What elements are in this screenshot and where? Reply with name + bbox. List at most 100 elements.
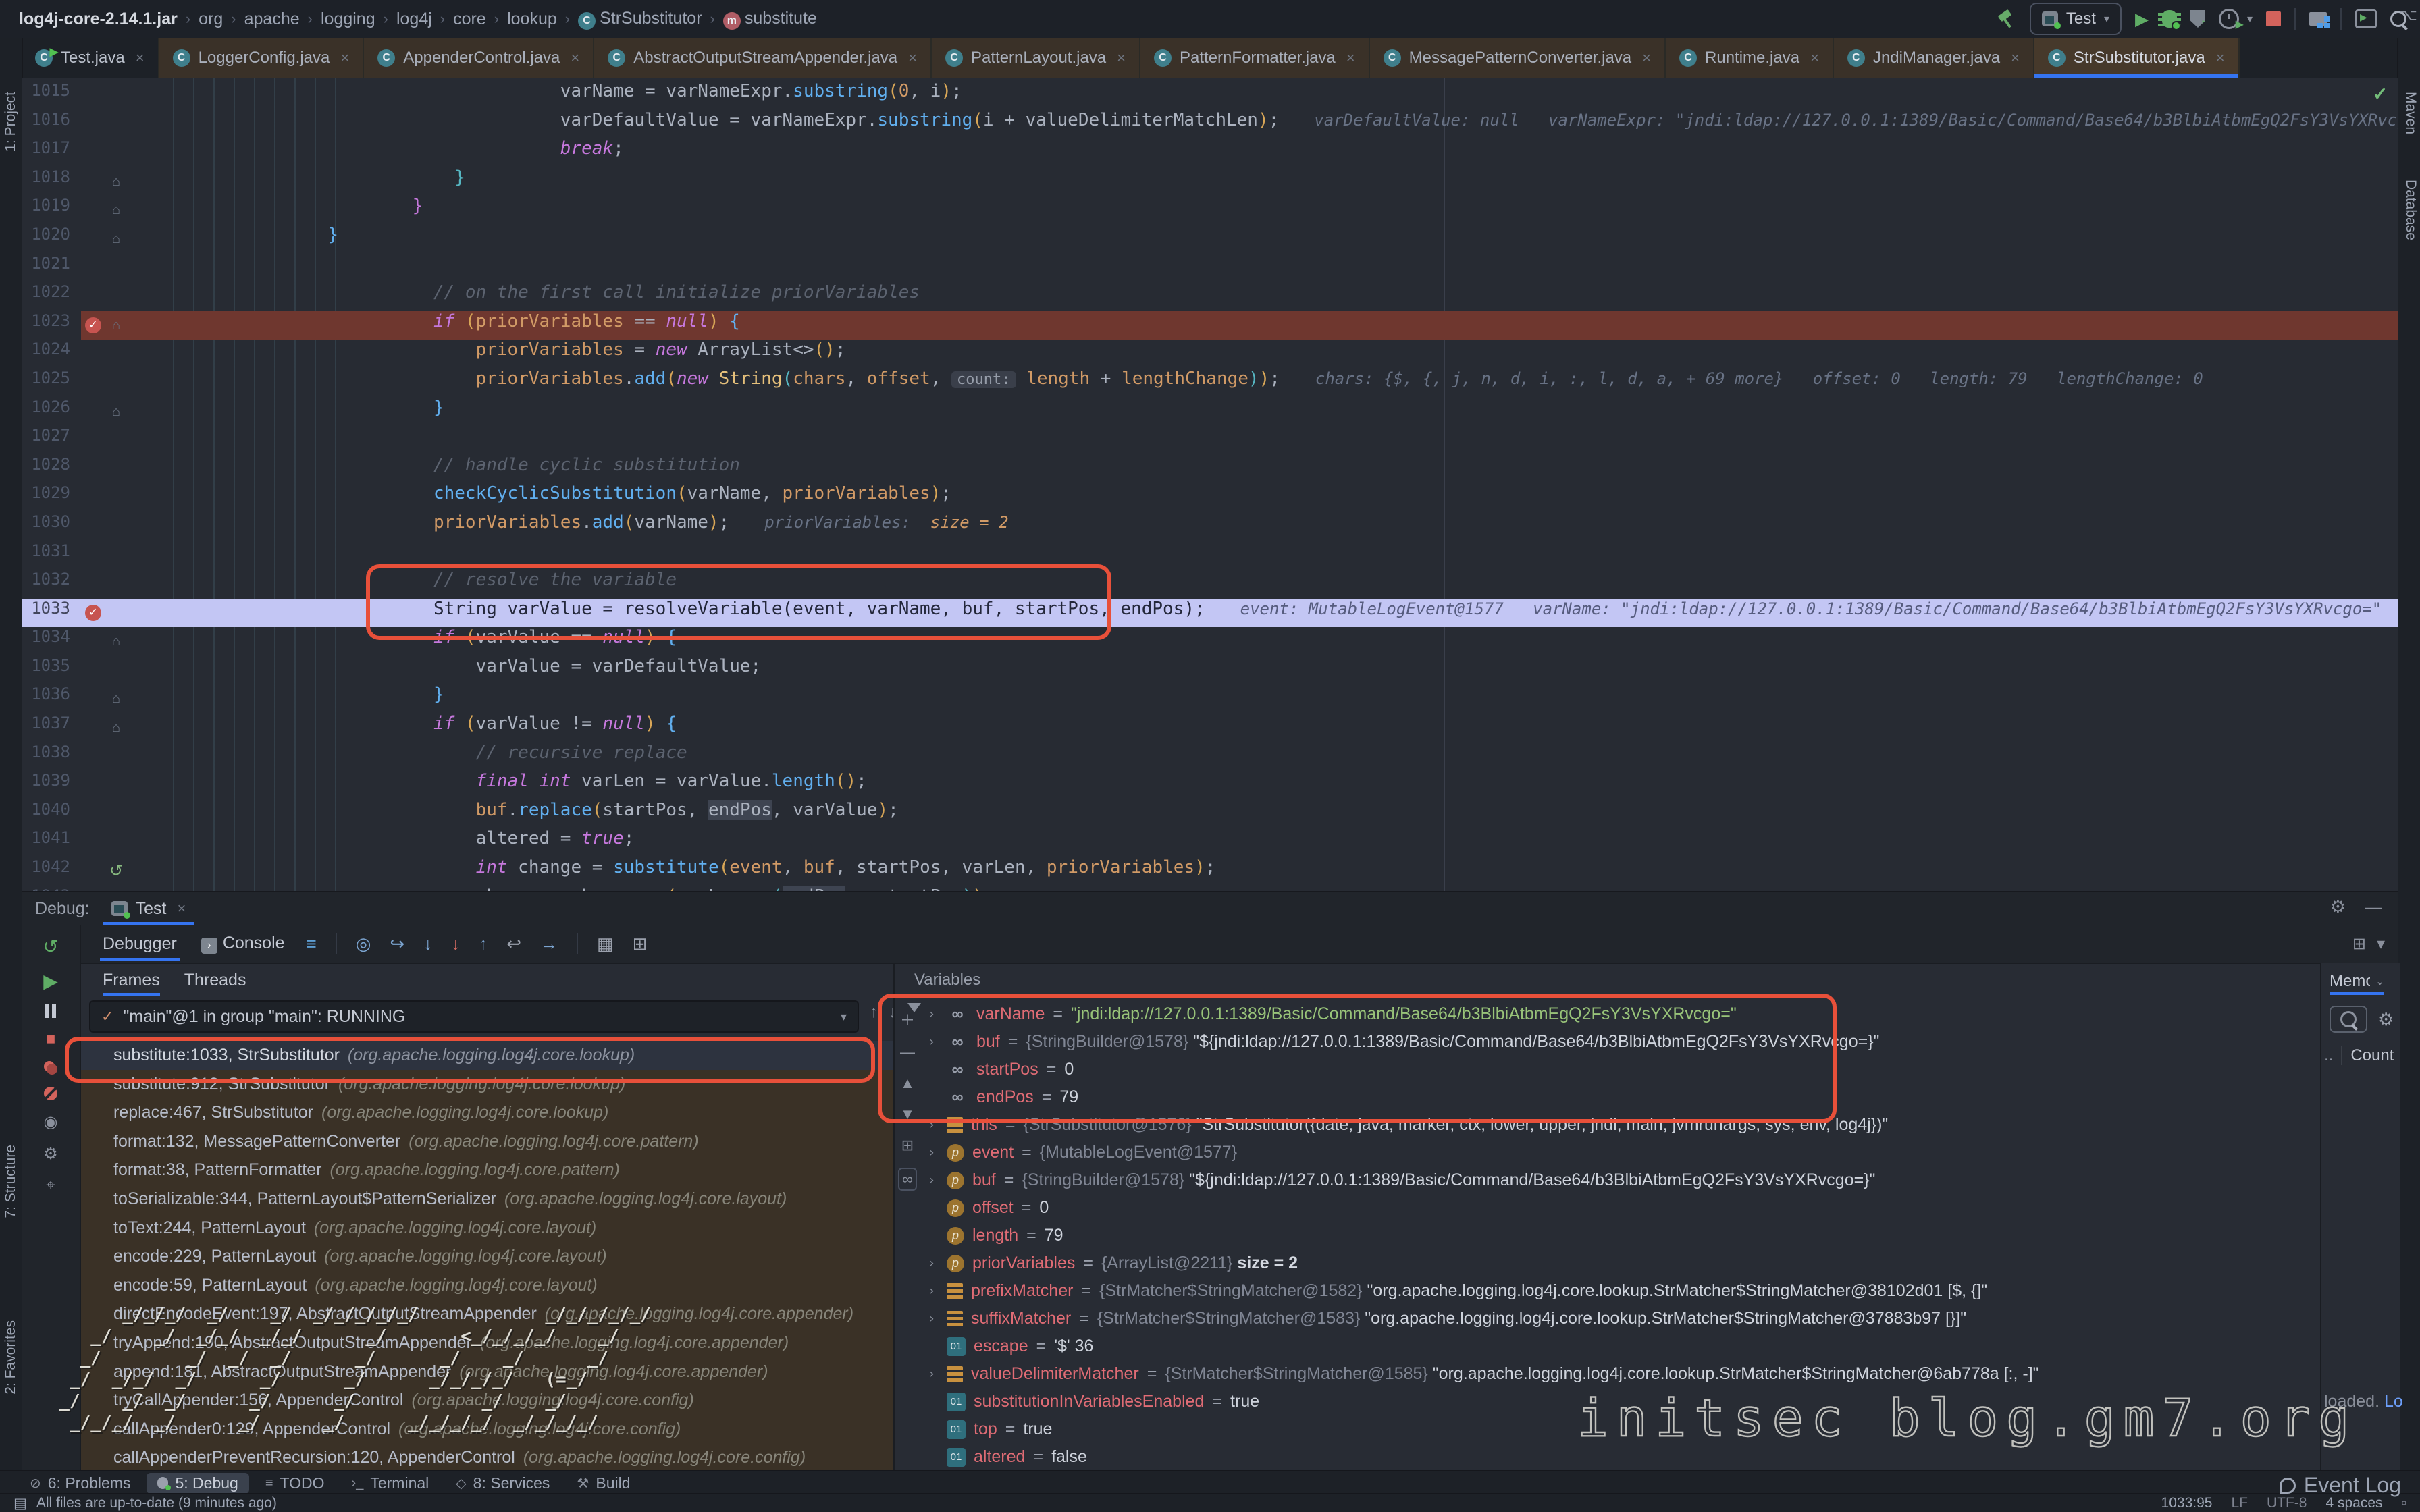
add-watch-icon[interactable]: ＋ [900,1008,915,1030]
view-breakpoints-icon[interactable] [44,1061,57,1075]
show-execution-point-icon[interactable]: ◎ [356,934,371,954]
editor-tab[interactable]: CJndiManager.java× [1834,38,2034,78]
fold-marker-icon[interactable]: ⌂ [105,311,127,340]
fold-marker-icon[interactable]: ⌂ [105,167,127,196]
open-projects-icon[interactable] [2309,12,2327,26]
stack-frame-row[interactable]: encode:59, PatternLayout(org.apache.logg… [81,1271,893,1300]
fold-marker-icon[interactable]: ⌂ [105,627,127,656]
breakpoint-dot-icon[interactable]: ✓ [85,317,101,333]
code-line[interactable]: 1022 // on the first call initialize pri… [22,282,2398,311]
get-thread-dump-icon[interactable]: ◉ [44,1112,58,1132]
variable-row[interactable]: plength=79 [920,1222,2320,1249]
editor-tab[interactable]: CAbstractOutputStreamAppender.java× [594,38,932,78]
variable-row[interactable]: ∞endPos=79 [920,1083,2320,1111]
tab-memory[interactable]: Memory ⌄ [2330,968,2394,995]
variable-row[interactable]: ›pevent={MutableLogEvent@1577} [920,1139,2320,1166]
editor-tab[interactable]: C▶Test.java× [22,38,159,78]
tab-console[interactable]: ›Console [199,927,288,961]
code-line[interactable]: 1018⌂ } [22,167,2398,196]
profiler-button[interactable]: ▾ [2219,9,2253,29]
code-line[interactable]: 1016 varDefaultValue = varNameExpr.subst… [22,110,2398,139]
tool-window-button-todo[interactable]: ≡TODO [255,1473,336,1494]
variable-row[interactable]: ›suffixMatcher={StrMatcher$StringMatcher… [920,1305,2320,1332]
move-down-icon[interactable]: ▼ [900,1106,915,1123]
code-line[interactable]: 1021 [22,254,2398,283]
code-line[interactable]: 1015 varName = varNameExpr.substring(0, … [22,81,2398,110]
step-into-icon[interactable]: ↓ [423,934,432,954]
code-line[interactable]: 1043 change = change + (varLen - (endPos… [22,886,2398,891]
variable-row[interactable]: poffset=0 [920,1194,2320,1222]
editor-tab[interactable]: CMessagePatternConverter.java× [1370,38,1666,78]
variable-row[interactable]: 01substitutionInVariablesEnabled=true [920,1388,2320,1415]
run-anything-icon[interactable] [2355,9,2377,28]
stack-frame-row[interactable]: append:181, AbstractOutputStreamAppender… [81,1357,893,1386]
close-icon[interactable]: × [571,49,579,67]
code-line[interactable]: 1027 [22,426,2398,455]
step-out-icon[interactable]: ↑ [479,934,488,954]
editor-tab[interactable]: CPatternFormatter.java× [1140,38,1370,78]
stop-icon[interactable]: ■ [46,1030,56,1049]
stack-frame-row[interactable]: substitute:1033, StrSubstitutor(org.apac… [81,1041,893,1070]
pause-icon[interactable] [45,1004,56,1018]
expand-chevron-icon[interactable]: › [925,1028,939,1056]
stack-frame-row[interactable]: replace:467, StrSubstitutor(org.apache.l… [81,1098,893,1127]
breadcrumb-item[interactable]: apache [244,9,300,29]
readonly-lock-icon[interactable]: ▫ [2402,1495,2406,1511]
line-ending[interactable]: LF [2231,1495,2248,1511]
hide-icon[interactable]: — [2365,896,2382,917]
settings-layout-icon[interactable]: ⊞ [633,934,648,954]
breadcrumb-item[interactable]: log4j [396,9,432,29]
variable-row[interactable]: 01escape='$' 36 [920,1332,2320,1360]
step-over-icon[interactable]: ↪ [390,934,404,954]
debug-button[interactable] [2162,10,2177,28]
close-icon[interactable]: × [1810,49,1819,67]
expand-chevron-icon[interactable]: › [925,1360,939,1388]
gear-icon[interactable]: ⚙ [2378,1009,2394,1030]
chevron-down-icon[interactable]: ▾ [2377,934,2385,954]
coverage-button[interactable] [2190,10,2205,28]
tool-window-button-services[interactable]: ◇8: Services [445,1473,560,1494]
expand-chevron-icon[interactable]: › [925,1305,939,1332]
stack-frame-row[interactable]: tryAppend:190, AbstractOutputStreamAppen… [81,1328,893,1357]
code-line[interactable]: 1041 altered = true; [22,828,2398,857]
variable-row[interactable]: ›valueDelimiterMatcher={StrMatcher$Strin… [920,1360,2320,1388]
sidebar-item-structure[interactable]: 7: Structure [3,1145,19,1218]
stack-frame-row[interactable]: callAppenderPreventRecursion:120, Append… [81,1443,893,1472]
build-hammer-icon[interactable] [1997,9,2016,28]
run-button[interactable]: ▶ [2135,9,2149,30]
expand-chevron-icon[interactable]: › [925,1111,939,1139]
code-line[interactable]: 1033✓ String varValue = resolveVariable(… [22,599,2398,628]
stack-frame-row[interactable]: toText:244, PatternLayout(org.apache.log… [81,1214,893,1243]
variable-row[interactable]: 01altered=false [920,1443,2320,1471]
layout-menu-icon[interactable]: ≡ [307,934,317,954]
breadcrumb-item[interactable]: core [453,9,486,29]
code-line[interactable]: 1038 // recursive replace [22,742,2398,772]
event-log-button[interactable]: Event Log [2280,1473,2401,1498]
breakpoint-icon[interactable]: ✓ [81,599,105,628]
variable-row[interactable]: ›∞buf={StringBuilder@1578} "${jndi:ldap:… [920,1028,2320,1056]
code-line[interactable]: 1039 final int varLen = varValue.length(… [22,771,2398,800]
caret-position[interactable]: 1033:95 [2161,1495,2213,1511]
close-icon[interactable]: × [177,900,186,917]
editor-tab[interactable]: CLoggerConfig.java× [159,38,365,78]
tool-window-button-terminal[interactable]: ›_Terminal [341,1473,440,1494]
tab-options-icon[interactable]: ⌥ [2398,5,2417,25]
breakpoint-dot-icon[interactable]: ✓ [85,605,101,621]
fold-marker-icon[interactable]: ⌂ [105,196,127,225]
code-line[interactable]: 1024 priorVariables = new ArrayList<>(); [22,340,2398,369]
stack-frame-row[interactable]: toSerializable:344, PatternLayout$Patter… [81,1185,893,1214]
tool-window-button-problems[interactable]: ⊘6: Problems [19,1473,141,1494]
editor-tab[interactable]: CAppenderControl.java× [364,38,594,78]
expand-chevron-icon[interactable]: › [925,1166,939,1194]
code-line[interactable]: 1042↺ int change = substitute(event, buf… [22,857,2398,886]
stack-frame-row[interactable]: substitute:912, StrSubstitutor(org.apach… [81,1070,893,1099]
editor-tab[interactable]: CRuntime.java× [1666,38,1834,78]
code-line[interactable]: 1019⌂ } [22,196,2398,225]
stack-frame-row[interactable]: format:38, PatternFormatter(org.apache.l… [81,1156,893,1185]
event-log-link[interactable]: Lo [2384,1392,2403,1411]
breadcrumb-item[interactable]: logging [321,9,375,29]
expand-chevron-icon[interactable]: › [925,1277,939,1305]
breadcrumb-item[interactable]: lookup [507,9,557,29]
thread-selector[interactable]: ✓ "main"@1 in group "main": RUNNING ▾ [89,1000,859,1033]
tool-window-button-build[interactable]: ⚒Build [566,1473,641,1494]
